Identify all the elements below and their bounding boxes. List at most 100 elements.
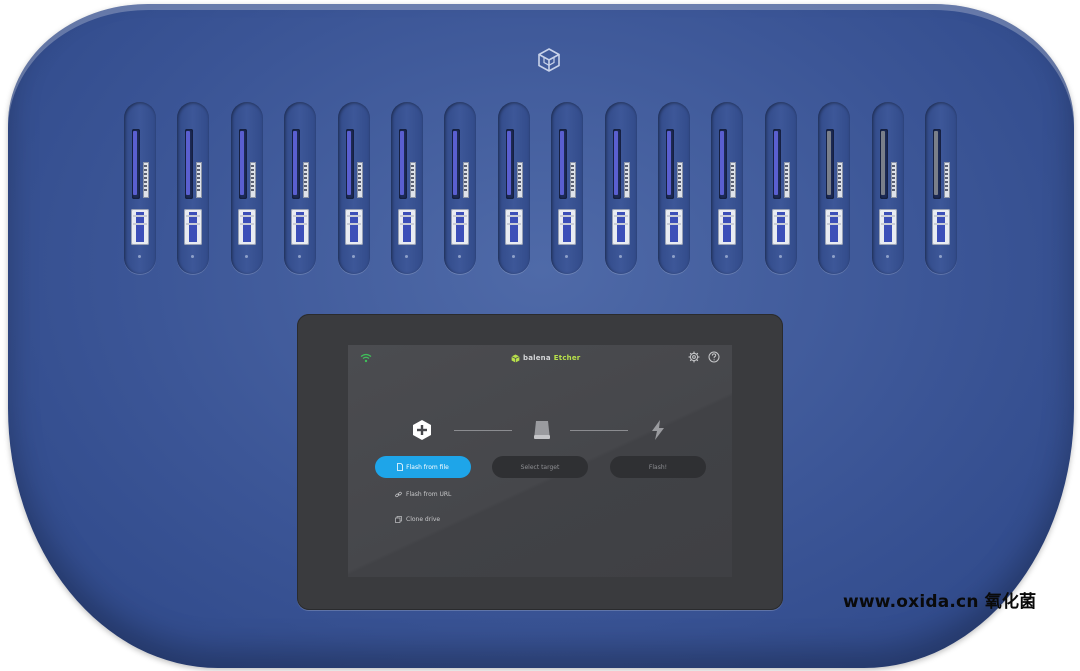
status-led [832, 255, 835, 258]
sd-card-slot[interactable] [346, 129, 354, 199]
usb-port[interactable] [825, 209, 843, 245]
step-connector-1 [454, 430, 512, 431]
gear-icon[interactable] [688, 351, 700, 363]
status-led [619, 255, 622, 258]
help-circle-icon[interactable] [708, 351, 720, 363]
port-module [498, 102, 530, 274]
microsd-slot[interactable] [570, 162, 576, 198]
sd-card-slot[interactable] [185, 129, 193, 199]
link-icon [395, 491, 402, 498]
status-led [458, 255, 461, 258]
port-module [391, 102, 423, 274]
microsd-slot[interactable] [944, 162, 950, 198]
usb-port[interactable] [665, 209, 683, 245]
sd-card-slot[interactable] [452, 129, 460, 199]
microsd-slot[interactable] [463, 162, 469, 198]
file-icon [397, 463, 404, 471]
microsd-slot[interactable] [196, 162, 202, 198]
select-target-button[interactable]: Select target [492, 456, 588, 478]
usb-port[interactable] [772, 209, 790, 245]
flash-button[interactable]: Flash! [610, 456, 706, 478]
microsd-slot[interactable] [303, 162, 309, 198]
microsd-slot[interactable] [784, 162, 790, 198]
usb-port[interactable] [932, 209, 950, 245]
port-module [338, 102, 370, 274]
port-module [124, 102, 156, 274]
microsd-slot[interactable] [837, 162, 843, 198]
usb-port[interactable] [718, 209, 736, 245]
flash-from-url-label: Flash from URL [406, 491, 452, 498]
sd-card-slot[interactable] [399, 129, 407, 199]
drive-icon [534, 421, 550, 439]
usb-port[interactable] [505, 209, 523, 245]
watermark-text: www.oxida.cn 氧化菌 [843, 592, 1037, 612]
port-module [872, 102, 904, 274]
status-led [779, 255, 782, 258]
port-module [444, 102, 476, 274]
brand-name: balena [523, 354, 551, 362]
sd-card-slot[interactable] [132, 129, 140, 199]
usb-port[interactable] [451, 209, 469, 245]
port-module [925, 102, 957, 274]
step-connector-2 [570, 430, 628, 431]
usb-port[interactable] [558, 209, 576, 245]
status-led [191, 255, 194, 258]
status-led [672, 255, 675, 258]
sd-card-slot[interactable] [719, 129, 727, 199]
clone-drive-link[interactable]: Clone drive [395, 516, 440, 523]
sd-card-slot[interactable] [826, 129, 834, 199]
status-led [138, 255, 141, 258]
microsd-slot[interactable] [143, 162, 149, 198]
microsd-slot[interactable] [357, 162, 363, 198]
microsd-slot[interactable] [517, 162, 523, 198]
usb-port[interactable] [184, 209, 202, 245]
sd-card-slot[interactable] [292, 129, 300, 199]
usb-port[interactable] [398, 209, 416, 245]
port-module [284, 102, 316, 274]
status-led [886, 255, 889, 258]
usb-port[interactable] [291, 209, 309, 245]
flash-from-file-label: Flash from file [406, 463, 449, 471]
wifi-icon [360, 353, 372, 363]
app-brand: balena Etcher [511, 352, 580, 364]
microsd-slot[interactable] [677, 162, 683, 198]
status-led [352, 255, 355, 258]
sd-card-slot[interactable] [933, 129, 941, 199]
usb-port[interactable] [879, 209, 897, 245]
port-module [658, 102, 690, 274]
flash-from-file-button[interactable]: Flash from file [375, 456, 471, 478]
microsd-slot[interactable] [410, 162, 416, 198]
etcher-logo-icon [511, 353, 520, 363]
sd-card-slot[interactable] [559, 129, 567, 199]
microsd-slot[interactable] [624, 162, 630, 198]
sd-card-slot[interactable] [773, 129, 781, 199]
port-module [177, 102, 209, 274]
sd-card-slot[interactable] [880, 129, 888, 199]
port-module [711, 102, 743, 274]
sd-card-slot[interactable] [239, 129, 247, 199]
usb-port[interactable] [238, 209, 256, 245]
sd-card-slot[interactable] [666, 129, 674, 199]
select-target-label: Select target [520, 463, 560, 471]
etcher-screen: balena Etcher Flash from file Select tar… [348, 345, 732, 577]
status-led [939, 255, 942, 258]
port-module [231, 102, 263, 274]
microsd-slot[interactable] [250, 162, 256, 198]
port-module [818, 102, 850, 274]
sd-card-slot[interactable] [506, 129, 514, 199]
flash-label: Flash! [648, 463, 668, 471]
port-module [551, 102, 583, 274]
microsd-slot[interactable] [891, 162, 897, 198]
microsd-slot[interactable] [730, 162, 736, 198]
brand-product: Etcher [553, 354, 581, 362]
status-led [298, 255, 301, 258]
usb-port[interactable] [345, 209, 363, 245]
flash-from-url-link[interactable]: Flash from URL [395, 491, 451, 498]
usb-port[interactable] [131, 209, 149, 245]
sd-card-slot[interactable] [613, 129, 621, 199]
plus-hexagon-icon[interactable] [410, 418, 434, 442]
status-led [565, 255, 568, 258]
balena-cube-logo-icon [538, 48, 560, 72]
usb-port[interactable] [612, 209, 630, 245]
status-led [725, 255, 728, 258]
